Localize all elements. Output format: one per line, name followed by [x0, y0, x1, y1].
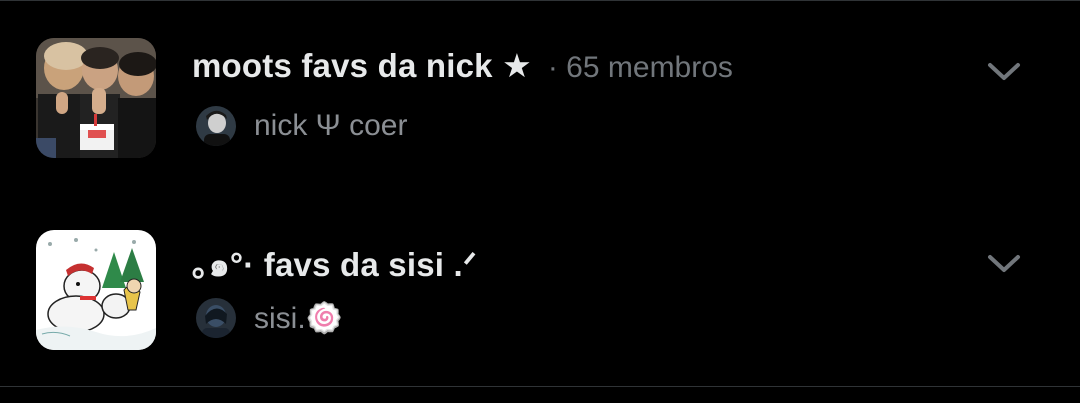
- list-title-line: ｡๑°· favs da sisi .ᐟ: [192, 238, 493, 291]
- list-name[interactable]: moots favs da nick ★: [192, 46, 532, 85]
- list-owner[interactable]: sisi.🍥: [196, 296, 343, 340]
- chevron-down-icon[interactable]: [984, 248, 1024, 278]
- member-count: · 65 membros: [547, 51, 733, 84]
- group-photo-thumbnail: [36, 38, 156, 158]
- list-item[interactable]: moots favs da nick ★ · 65 membros nick Ψ…: [0, 20, 1080, 170]
- list-item[interactable]: ｡๑°· favs da sisi .ᐟ sisi.🍥: [0, 212, 1080, 362]
- snoopy-cartoon-thumbnail: [36, 230, 156, 350]
- list-name[interactable]: ｡๑°· favs da sisi .ᐟ: [192, 238, 477, 291]
- avatar[interactable]: [196, 298, 236, 338]
- avatar[interactable]: [196, 106, 236, 146]
- owner-name: sisi.🍥: [254, 301, 344, 335]
- chevron-down-icon[interactable]: [984, 56, 1024, 86]
- owner-name: nick Ψ coer: [254, 109, 408, 142]
- list-title-line: moots favs da nick ★ · 65 membros: [192, 46, 733, 85]
- top-divider: [0, 0, 1080, 1]
- bottom-divider: [0, 386, 1080, 387]
- list-owner[interactable]: nick Ψ coer: [196, 104, 407, 148]
